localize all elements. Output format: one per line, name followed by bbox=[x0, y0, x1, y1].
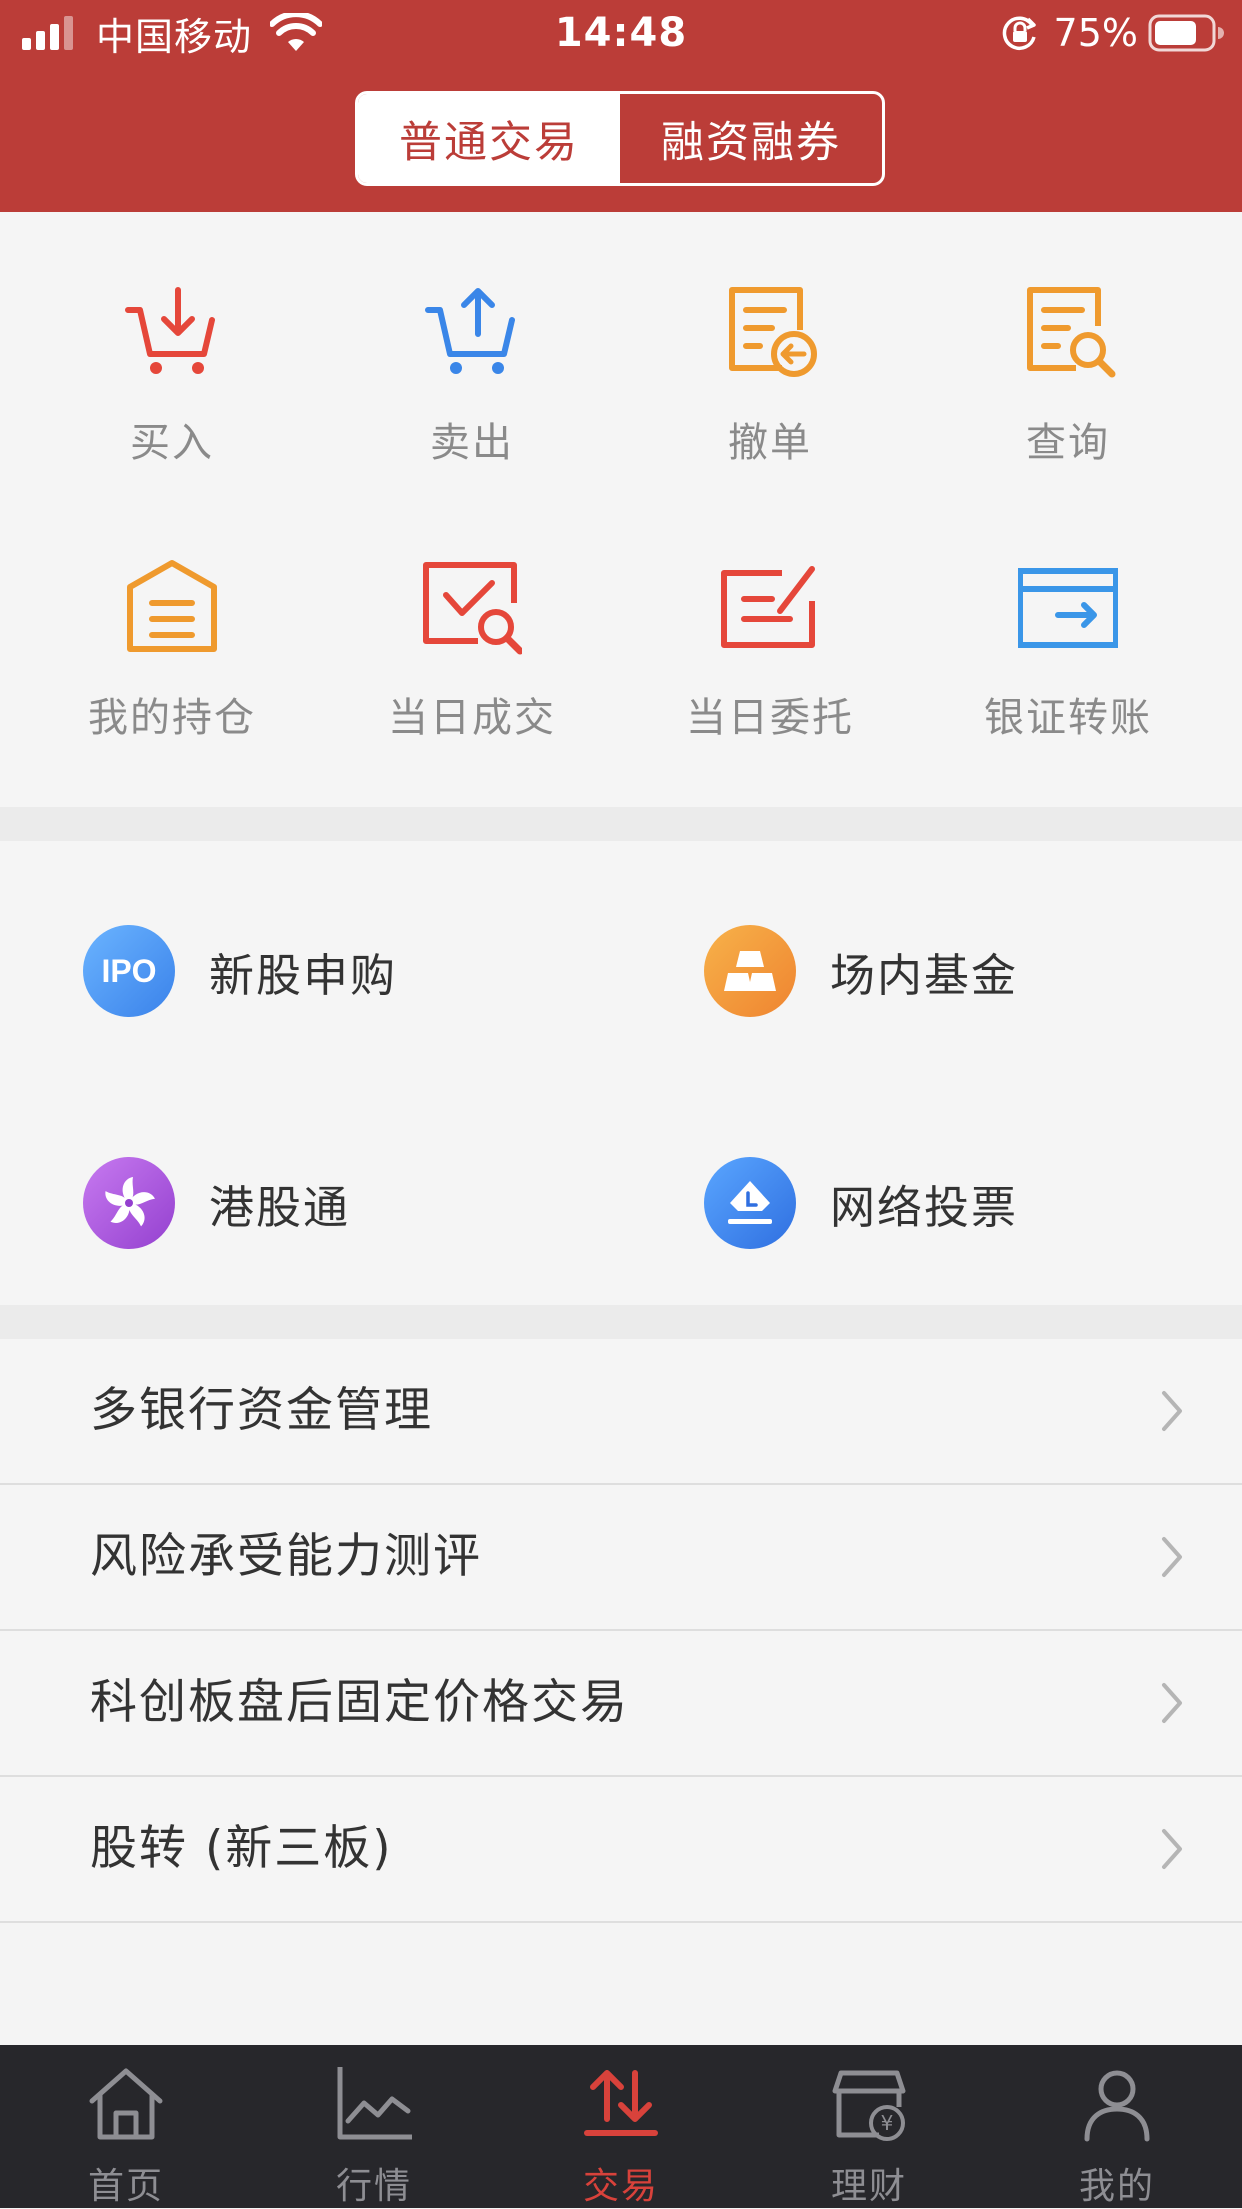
chevron-right-icon bbox=[1162, 1683, 1182, 1723]
quick-actions-grid: 买入 卖出 撤单 查询 我的持仓 当日成交 当日委托 银证转账 bbox=[0, 212, 1242, 807]
exchange-fund-label: 场内基金 bbox=[830, 948, 1019, 1002]
query-button[interactable]: 查询 bbox=[918, 212, 1218, 472]
trade-mode-segmented-control: 普通交易 融资融券 bbox=[355, 91, 885, 186]
card-transfer-icon bbox=[1018, 568, 1118, 648]
list-item-star-market-after-hours[interactable]: 科创板盘后固定价格交易 bbox=[0, 1631, 1242, 1777]
exchange-fund-item[interactable]: 场内基金 bbox=[704, 921, 1224, 1021]
tab-mine[interactable]: 我的 bbox=[993, 2045, 1241, 2208]
today-deals-button[interactable]: 当日成交 bbox=[322, 487, 622, 747]
sell-label: 卖出 bbox=[430, 420, 514, 466]
hk-connect-label: 港股通 bbox=[209, 1180, 351, 1234]
buy-label: 买入 bbox=[130, 420, 214, 466]
wallet-shop-icon: ¥ bbox=[832, 2070, 906, 2141]
ipo-subscribe-item[interactable]: IPO 新股申购 bbox=[83, 921, 603, 1021]
ipo-icon: IPO bbox=[83, 925, 175, 1017]
bank-transfer-button[interactable]: 银证转账 bbox=[918, 487, 1218, 747]
user-icon bbox=[1084, 2070, 1150, 2142]
chevron-right-icon bbox=[1162, 1391, 1182, 1431]
today-entrust-label: 当日委托 bbox=[686, 695, 854, 741]
hk-connect-item[interactable]: 港股通 bbox=[83, 1153, 603, 1253]
tab-bar: 首页 行情 交易 ¥ 理财 我的 bbox=[0, 2045, 1242, 2208]
tab-home[interactable]: 首页 bbox=[2, 2045, 250, 2208]
query-label: 查询 bbox=[1026, 420, 1110, 466]
bank-transfer-label: 银证转账 bbox=[984, 695, 1152, 741]
sell-button[interactable]: 卖出 bbox=[322, 212, 622, 472]
house-holdings-icon bbox=[127, 560, 217, 652]
section-divider bbox=[0, 1305, 1242, 1339]
bauhinia-icon bbox=[83, 1157, 175, 1249]
home-icon bbox=[89, 2068, 163, 2140]
cancel-order-label: 撤单 bbox=[728, 420, 812, 466]
tab-market[interactable]: 行情 bbox=[250, 2045, 498, 2208]
today-deals-label: 当日成交 bbox=[388, 695, 556, 741]
cart-out-icon bbox=[425, 288, 515, 374]
cart-in-icon bbox=[125, 287, 215, 374]
doc-revoke-icon bbox=[729, 287, 817, 377]
chart-icon bbox=[337, 2067, 412, 2140]
segment-normal-trade[interactable]: 普通交易 bbox=[358, 94, 620, 183]
list-item-risk-assessment[interactable]: 风险承受能力测评 bbox=[0, 1485, 1242, 1631]
online-voting-item[interactable]: 网络投票 bbox=[704, 1153, 1224, 1253]
buy-button[interactable]: 买入 bbox=[22, 212, 322, 472]
ballot-box-icon bbox=[704, 1157, 796, 1249]
status-bar: 中国移动 14:48 75% bbox=[0, 0, 1242, 66]
gold-bars-icon bbox=[704, 925, 796, 1017]
header: 中国移动 14:48 75% 普通交易 融资融券 bbox=[0, 0, 1242, 212]
doc-search-icon bbox=[1027, 287, 1116, 378]
tab-wealth[interactable]: ¥ 理财 bbox=[745, 2045, 993, 2208]
services-grid: IPO 新股申购 场内基金 港股通 网络投票 bbox=[0, 841, 1242, 1305]
my-holdings-button[interactable]: 我的持仓 bbox=[22, 487, 322, 747]
segment-margin-trade[interactable]: 融资融券 bbox=[620, 94, 882, 183]
deal-search-icon bbox=[423, 562, 522, 655]
entrust-edit-icon bbox=[721, 566, 815, 648]
list-item-neeq[interactable]: 股转 (新三板) bbox=[0, 1777, 1242, 1923]
section-divider bbox=[0, 807, 1242, 841]
battery-icon bbox=[1148, 14, 1224, 52]
menu-list: 多银行资金管理 风险承受能力测评 科创板盘后固定价格交易 股转 (新三板) bbox=[0, 1339, 1242, 1923]
chevron-right-icon bbox=[1162, 1829, 1182, 1869]
orientation-lock-icon bbox=[1002, 16, 1036, 50]
svg-text:¥: ¥ bbox=[881, 2111, 894, 2135]
cancel-order-button[interactable]: 撤单 bbox=[620, 212, 920, 472]
list-item-multi-bank-funds[interactable]: 多银行资金管理 bbox=[0, 1339, 1242, 1485]
my-holdings-label: 我的持仓 bbox=[88, 695, 256, 741]
tab-trade[interactable]: 交易 bbox=[497, 2045, 745, 2208]
ipo-subscribe-label: 新股申购 bbox=[209, 948, 398, 1002]
today-entrust-button[interactable]: 当日委托 bbox=[620, 487, 920, 747]
chevron-right-icon bbox=[1162, 1537, 1182, 1577]
online-voting-label: 网络投票 bbox=[830, 1180, 1019, 1234]
battery-percent: 75% bbox=[1053, 11, 1138, 55]
trade-arrows-icon bbox=[584, 2070, 658, 2136]
